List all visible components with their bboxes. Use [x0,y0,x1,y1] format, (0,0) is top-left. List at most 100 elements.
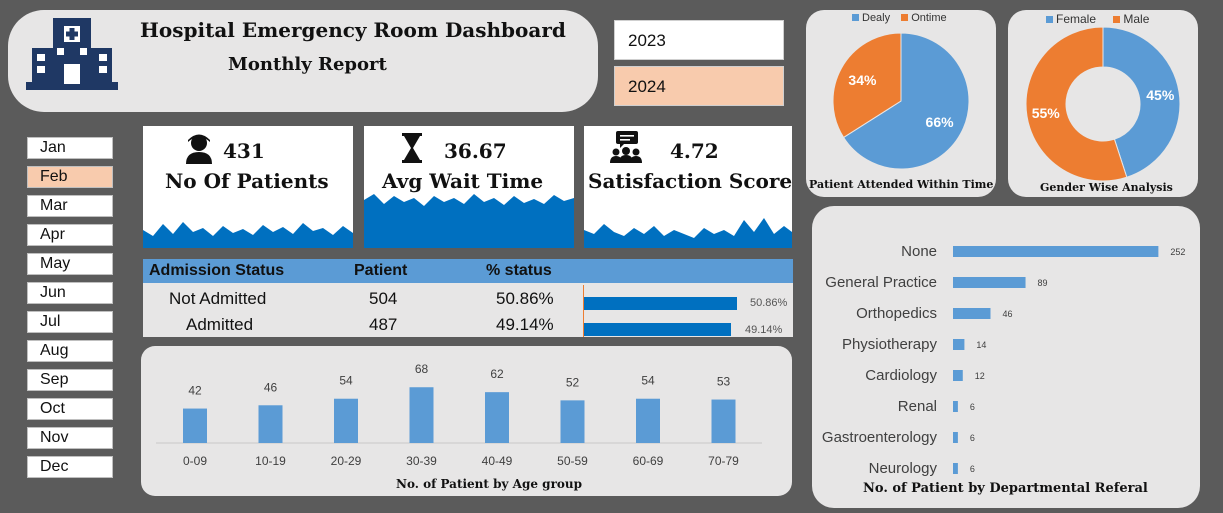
department-bar-value: 252 [1170,247,1185,257]
age-group-chart: 42 0-09 46 10-19 54 20-29 68 30-39 62 40-49 52 50-5… [156,362,762,468]
year-button-2023[interactable]: 2023 [614,20,784,60]
department-bar [953,401,958,412]
pct-data-bar [584,323,732,336]
age-category-label: 60-69 [633,454,664,468]
kpi-label-patients: No Of Patients [165,169,329,193]
column-header-patient: Patient [354,262,408,279]
department-bar [953,463,958,474]
age-bar [258,405,283,443]
department-label: Renal [898,398,937,415]
age-bar-value: 42 [188,384,202,398]
department-label: Neurology [869,460,938,477]
age-bar-value: 54 [339,374,353,388]
department-referral-chart: None 252 General Practice 89 Orthopedics 46 Ph… [822,243,1185,477]
department-label: Cardiology [865,367,937,384]
department-bar [953,370,963,381]
age-bar [183,408,207,443]
wait-time-trend-area [364,194,574,248]
department-chart-title: No. of Patient by Departmental Referal [863,481,1148,496]
age-bar [560,400,585,443]
page-title: Hospital Emergency Room Dashboard [140,18,566,42]
attended-within-time-panel: Dealy Ontime 66% 34% Patient Attended Wit… [806,10,996,197]
age-bar-value: 54 [641,374,655,388]
hospital-icon [26,18,118,90]
department-bar-value: 14 [976,340,986,350]
status-cell: Not Admitted [169,289,267,308]
age-bar [636,398,660,443]
age-bar-value: 46 [264,380,278,394]
kpi-card-patients: 431 No Of Patients [143,126,353,248]
month-button-jul[interactable]: Jul [27,311,113,333]
column-header-pct: % status [486,262,552,279]
age-bar-value: 62 [490,367,504,381]
year-button-2024[interactable]: 2024 [614,66,784,106]
gender-donut-chart: 45% 55% [1025,26,1181,182]
department-bar [953,308,991,319]
pie-value-label: 66% [926,114,955,130]
month-button-aug[interactable]: Aug [27,340,113,362]
data-bar-axis [583,285,584,337]
pie-chart-title: Patient Attended Within Time [809,178,994,191]
pie-value-label: 45% [1146,87,1175,103]
month-button-oct[interactable]: Oct [27,398,113,420]
patients-cell: 504 [369,289,398,308]
month-button-may[interactable]: May [27,253,113,275]
pie-value-label: 34% [848,72,877,88]
age-category-label: 0-09 [183,454,207,468]
department-label: General Practice [825,274,937,291]
pct-bar-label: 49.14% [745,324,783,336]
group-chat-icon [610,131,642,163]
month-button-nov[interactable]: Nov [27,427,113,449]
department-bar-value: 6 [970,433,975,443]
department-bar [953,339,965,350]
donut-chart-title: Gender Wise Analysis [1040,181,1173,194]
pct-bar-label: 50.86% [750,297,788,309]
department-referral-panel: None 252 General Practice 89 Orthopedics 46 Ph… [812,206,1200,508]
pct-data-bar [584,297,737,310]
age-bar-value: 53 [717,375,731,389]
satisfaction-trend-area [584,218,792,248]
pct-cell: 49.14% [496,315,554,334]
kpi-label-satisfaction: Satisfaction Score [588,169,792,193]
department-bar [953,277,1026,288]
status-cell: Admitted [186,315,254,334]
department-bar-value: 6 [970,464,975,474]
age-category-label: 40-49 [482,454,513,468]
month-button-mar[interactable]: Mar [27,195,113,217]
column-header-status: Admission Status [149,262,285,279]
department-bar-value: 6 [970,402,975,412]
age-category-label: 70-79 [708,454,739,468]
age-bar [334,398,358,443]
month-button-apr[interactable]: Apr [27,224,113,246]
department-bar-value: 12 [975,371,985,381]
gender-analysis-panel: Female Male 45% 55% Gender Wise Analysis [1008,10,1198,197]
person-icon [186,134,212,164]
month-button-jan[interactable]: Jan [27,137,113,159]
age-bar [485,392,509,443]
kpi-card-satisfaction: 4.72 Satisfaction Score [584,126,792,248]
pct-cell: 50.86% [496,289,554,308]
age-chart-title: No. of Patient by Age group [396,477,583,491]
pie-value-label: 55% [1032,105,1061,121]
age-category-label: 50-59 [557,454,588,468]
month-button-jun[interactable]: Jun [27,282,113,304]
month-button-feb[interactable]: Feb [27,166,113,188]
age-category-label: 10-19 [255,454,286,468]
kpi-value-patients: 431 [223,139,265,163]
age-bar [711,399,736,443]
month-button-dec[interactable]: Dec [27,456,113,478]
patients-cell: 487 [369,315,398,334]
department-label: Physiotherapy [842,336,938,353]
department-label: Orthopedics [856,305,937,322]
month-button-sep[interactable]: Sep [27,369,113,391]
age-category-label: 30-39 [406,454,437,468]
attended-pie-chart: 66% 34% [832,32,970,170]
admission-table: Admission Status Patient % status Not Ad… [143,259,793,337]
department-label: None [901,243,937,260]
age-group-chart-panel: 42 0-09 46 10-19 54 20-29 68 30-39 62 40-49 52 50-5… [141,346,792,496]
patients-trend-area [143,222,353,248]
kpi-card-wait-time: 36.67 Avg Wait Time [364,126,574,248]
age-bar [409,387,434,443]
age-bar-value: 52 [566,375,580,389]
department-bar-value: 46 [1002,309,1012,319]
